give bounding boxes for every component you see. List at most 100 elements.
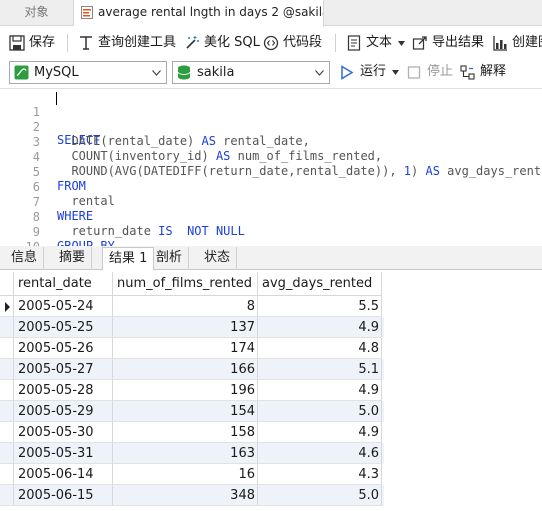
cell-num-films[interactable]: 16 [113, 464, 258, 485]
editor-line: 4 ROUND(AVG(DATEDIFF(return_date,rental_… [0, 136, 542, 178]
cell-avg-days[interactable]: 5.0 [258, 485, 382, 506]
cell-num-films[interactable]: 158 [113, 422, 258, 443]
row-indicator [0, 464, 14, 485]
table-row[interactable]: 2005-05-30 158 4.9 [0, 422, 384, 443]
cell-avg-days[interactable]: 4.9 [258, 422, 382, 443]
toolbar-divider [335, 34, 336, 52]
cell-num-films[interactable]: 154 [113, 401, 258, 422]
tab-strip: 对象 average rental lngth in days 2 @sakil… [0, 0, 542, 27]
table-row[interactable]: 2005-05-25 137 4.9 [0, 317, 384, 338]
save-label: 保存 [29, 35, 56, 50]
cell-num-films[interactable]: 8 [113, 296, 258, 317]
export-results-label: 导出结果 [432, 35, 485, 50]
query-builder-icon [80, 36, 92, 50]
cell-avg-days[interactable]: 4.6 [258, 443, 382, 464]
cell-num-films[interactable]: 196 [113, 380, 258, 401]
result-grid[interactable]: rental_date num_of_films_rented avg_days… [0, 272, 542, 511]
sql-editor[interactable]: 1 SELECT 2 DATE(rental_date) AS rental_d… [0, 88, 542, 268]
row-indicator [0, 443, 14, 464]
cell-num-films[interactable]: 174 [113, 338, 258, 359]
table-row[interactable]: 2005-05-29 154 5.0 [0, 401, 384, 422]
cell-avg-days[interactable]: 4.3 [258, 464, 382, 485]
magic-wand-icon [186, 36, 199, 49]
table-row[interactable]: 2005-05-28 196 4.9 [0, 380, 384, 401]
chevron-down-icon [315, 70, 324, 76]
save-icon [9, 35, 25, 51]
database-value: sakila [197, 65, 235, 80]
explain-icon [460, 65, 475, 80]
editor-line: 8 return_date IS NOT NULL [0, 196, 542, 238]
tab-profile[interactable]: 剖析 [150, 247, 190, 270]
toolbar: 保存 查询创建工具 美化 SQL 代码段 文本 导出结果 创建 [0, 27, 542, 59]
explain-label: 解释 [480, 64, 507, 79]
toolbar-divider [67, 34, 68, 52]
tab-info[interactable]: 信息 [5, 247, 45, 270]
stop-button[interactable]: 停止 [407, 59, 455, 87]
tab-result-1[interactable]: 结果 1 [102, 247, 155, 271]
text-mode-label: 文本 [366, 35, 393, 50]
connection-bar: MySQL sakila 运行 停止 解释 [0, 59, 542, 87]
editor-line: 3 COUNT(inventory_id) AS num_of_films_re… [0, 121, 542, 163]
cell-rental-date[interactable]: 2005-05-30 [14, 422, 113, 443]
cell-num-films[interactable]: 137 [113, 317, 258, 338]
row-indicator [0, 359, 14, 380]
editor-line: 5 FROM [0, 151, 542, 193]
beautify-sql-label: 美化 SQL [204, 35, 260, 50]
tab-summary[interactable]: 摘要 [53, 247, 93, 270]
cell-avg-days[interactable]: 4.8 [258, 338, 382, 359]
editor-line: 2 DATE(rental_date) AS rental_date, [0, 106, 542, 148]
row-indicator [0, 485, 14, 506]
explain-button[interactable]: 解释 [460, 59, 520, 87]
cell-rental-date[interactable]: 2005-06-15 [14, 485, 113, 506]
editor-line: 1 SELECT [0, 91, 542, 147]
cell-rental-date[interactable]: 2005-05-29 [14, 401, 113, 422]
query-icon [81, 6, 93, 19]
column-header[interactable]: num_of_films_rented [113, 272, 258, 296]
database-icon [177, 65, 191, 80]
editor-line: 9 GROUP BY [0, 211, 542, 253]
column-header[interactable]: rental_date [14, 272, 113, 296]
grid-header: rental_date num_of_films_rented avg_days… [0, 272, 542, 296]
stop-icon [407, 66, 421, 79]
cell-avg-days[interactable]: 5.0 [258, 401, 382, 422]
play-icon [341, 65, 354, 80]
code-snippet-icon [263, 35, 279, 51]
cell-rental-date[interactable]: 2005-05-31 [14, 443, 113, 464]
table-row[interactable]: 2005-05-27 166 5.1 [0, 359, 384, 380]
cell-num-films[interactable]: 163 [113, 443, 258, 464]
editor-line: 10 DATE(rental_date); [0, 226, 542, 268]
cell-avg-days[interactable]: 5.5 [258, 296, 382, 317]
tab-objects[interactable]: 对象 [0, 0, 74, 26]
cell-rental-date[interactable]: 2005-05-25 [14, 317, 113, 338]
chevron-down-icon [398, 41, 405, 46]
cell-num-films[interactable]: 166 [113, 359, 258, 380]
editor-line: 7 WHERE [0, 181, 542, 223]
column-header[interactable]: avg_days_rented [258, 272, 382, 296]
row-indicator [0, 296, 14, 317]
cell-num-films[interactable]: 348 [113, 485, 258, 506]
result-tabs: 信息 摘要 结果 1 剖析 状态 [0, 246, 542, 271]
cell-avg-days[interactable]: 4.9 [258, 380, 382, 401]
database-select[interactable]: sakila [172, 61, 330, 84]
connection-select[interactable]: MySQL [9, 61, 167, 84]
cell-rental-date[interactable]: 2005-05-24 [14, 296, 113, 317]
table-row[interactable]: 2005-05-24 8 5.5 [0, 296, 384, 317]
table-row[interactable]: 2005-06-14 16 4.3 [0, 464, 384, 485]
cell-avg-days[interactable]: 4.9 [258, 317, 382, 338]
editor-line: 6 rental [0, 166, 542, 208]
tab-query[interactable]: average rental lngth in days 2 @sakila (… [74, 0, 324, 27]
current-row-marker-icon [5, 302, 10, 312]
cell-rental-date[interactable]: 2005-05-27 [14, 359, 113, 380]
run-label: 运行 [360, 64, 387, 79]
table-row[interactable]: 2005-05-31 163 4.6 [0, 443, 384, 464]
create-chart-label: 创建图 [512, 35, 542, 50]
table-row[interactable]: 2005-06-15 348 5.0 [0, 485, 384, 506]
cell-rental-date[interactable]: 2005-06-14 [14, 464, 113, 485]
cell-rental-date[interactable]: 2005-05-26 [14, 338, 113, 359]
cell-rental-date[interactable]: 2005-05-28 [14, 380, 113, 401]
cell-avg-days[interactable]: 5.1 [258, 359, 382, 380]
document-icon [347, 35, 361, 51]
tab-status[interactable]: 状态 [198, 247, 238, 270]
table-row[interactable]: 2005-05-26 174 4.8 [0, 338, 384, 359]
run-button[interactable]: 运行 [340, 59, 400, 87]
